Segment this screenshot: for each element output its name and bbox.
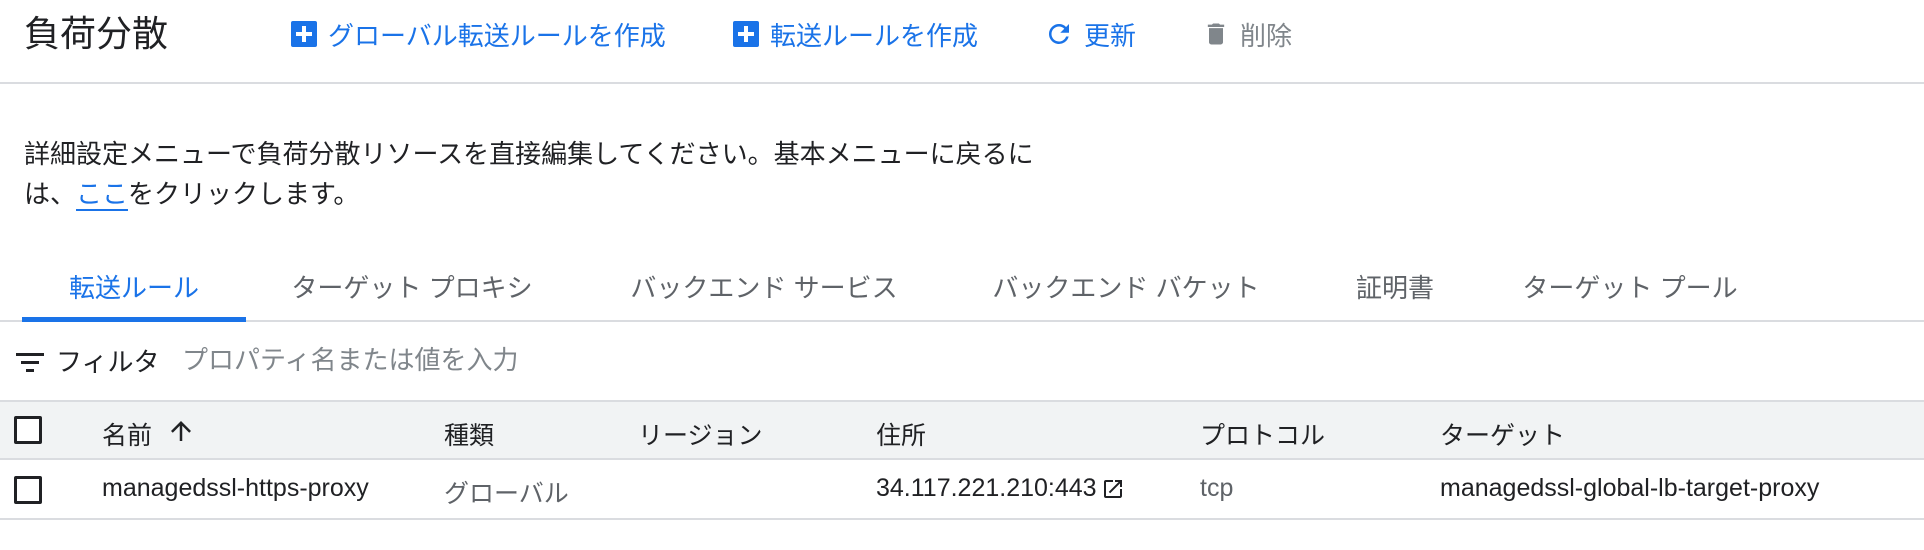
basic-menu-link[interactable]: ここ — [76, 179, 129, 211]
page-header: 負荷分散 グローバル転送ルールを作成 転送ルールを作成 更新 削除 — [0, 0, 1924, 84]
add-box-icon — [733, 21, 759, 47]
row-type: グローバル — [444, 480, 569, 508]
select-all-checkbox[interactable] — [14, 416, 42, 444]
trash-icon — [1207, 23, 1225, 45]
table-row: managedssl-https-proxy グローバル 34.117.221.… — [0, 460, 1924, 520]
row-protocol: tcp — [1200, 474, 1234, 502]
advanced-menu-notice: 詳細設定メニューで負荷分散リソースを直接編集してください。基本メニューに戻るには… — [24, 134, 1064, 214]
arrow-upward-icon[interactable] — [166, 416, 196, 446]
add-box-icon — [291, 21, 317, 47]
filter-label: フィルタ — [56, 347, 160, 377]
tab-backend-services[interactable]: バックエンド サービス — [618, 252, 910, 320]
filter-list-icon — [16, 353, 44, 372]
filter-input[interactable] — [182, 340, 882, 380]
open-in-new-icon[interactable] — [1101, 477, 1125, 501]
page-title: 負荷分散 — [24, 13, 169, 54]
row-address[interactable]: 34.117.221.210:443 — [876, 474, 1125, 503]
row-checkbox[interactable] — [14, 476, 42, 504]
refresh-icon — [1048, 23, 1069, 44]
delete-label: 削除 — [1240, 20, 1293, 51]
create-forwarding-rule-button[interactable]: 転送ルールを作成 — [732, 14, 978, 54]
row-address-value: 34.117.221.210:443 — [876, 474, 1097, 502]
refresh-label: 更新 — [1084, 20, 1137, 51]
table-header: 名前 種類 リージョン 住所 プロトコル ターゲット — [0, 402, 1924, 460]
create-global-forwarding-rule-button[interactable]: グローバル転送ルールを作成 — [290, 14, 666, 54]
tab-certificates[interactable]: 証明書 — [1340, 252, 1450, 320]
tab-backend-buckets[interactable]: バックエンド バケット — [984, 252, 1268, 320]
column-header-protocol[interactable]: プロトコル — [1200, 416, 1325, 452]
create-forwarding-rule-label: 転送ルールを作成 — [770, 20, 979, 51]
column-header-address[interactable]: 住所 — [876, 416, 926, 452]
notice-text-after: をクリックします。 — [128, 179, 360, 209]
column-header-name[interactable]: 名前 — [102, 416, 152, 452]
refresh-button[interactable]: 更新 — [1044, 14, 1136, 54]
resource-tabs: 転送ルール ターゲット プロキシ バックエンド サービス バックエンド バケット… — [0, 252, 1924, 322]
tab-forwarding-rules[interactable]: 転送ルール — [22, 252, 246, 322]
delete-button[interactable]: 削除 — [1202, 14, 1292, 54]
tab-target-pools[interactable]: ターゲット プール — [1512, 252, 1748, 320]
filter-bar: フィルタ — [0, 322, 1924, 402]
row-target[interactable]: managedssl-global-lb-target-proxy — [1440, 474, 1819, 503]
column-header-region[interactable]: リージョン — [638, 416, 763, 452]
create-global-forwarding-rule-label: グローバル転送ルールを作成 — [328, 20, 666, 51]
column-header-target[interactable]: ターゲット — [1440, 416, 1565, 452]
tab-target-proxies[interactable]: ターゲット プロキシ — [282, 252, 542, 320]
row-name[interactable]: managedssl-https-proxy — [102, 474, 369, 503]
column-header-type[interactable]: 種類 — [444, 416, 494, 452]
